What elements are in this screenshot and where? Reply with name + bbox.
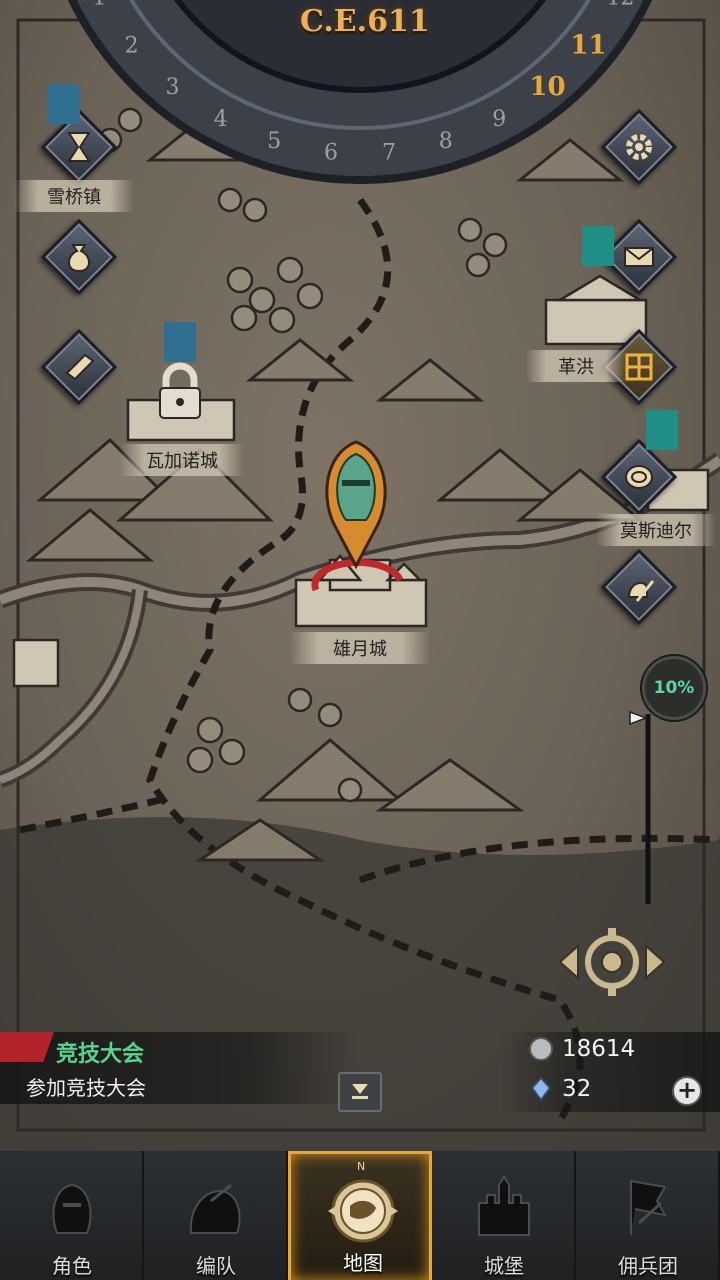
event-panel[interactable]: 竞技大会 参加竞技大会 bbox=[0, 1032, 360, 1104]
squad-icon bbox=[189, 1183, 241, 1234]
nav-item-mercenary[interactable]: 佣兵团 bbox=[576, 1151, 720, 1280]
player-location-marker[interactable] bbox=[318, 440, 394, 572]
town-label-vagano[interactable]: 瓦加诺城 bbox=[120, 444, 244, 476]
silver-amount: 18614 bbox=[562, 1036, 636, 1062]
world-map[interactable]: 123456789101112 C.E.611 bbox=[0, 0, 720, 1148]
coin-icon bbox=[625, 465, 653, 489]
add-resource-button[interactable]: + bbox=[672, 1076, 702, 1106]
silver-coin-icon bbox=[529, 1037, 553, 1061]
compass-north-label: N bbox=[357, 1160, 366, 1173]
money-bag-icon bbox=[68, 244, 90, 273]
nav-item-character[interactable]: 角色 bbox=[0, 1151, 144, 1280]
knight-helmet-icon bbox=[52, 1183, 92, 1234]
mail-icon bbox=[624, 247, 654, 267]
crystal-resource: 32 bbox=[528, 1076, 591, 1102]
era-year-label: C.E.611 bbox=[300, 4, 430, 39]
nav-label: 编队 bbox=[196, 1254, 236, 1278]
nav-item-map[interactable]: N 地图 bbox=[288, 1151, 432, 1280]
event-subtitle: 参加竞技大会 bbox=[26, 1076, 146, 1100]
faction-banner bbox=[646, 410, 678, 450]
knight-sword-button[interactable] bbox=[600, 548, 678, 626]
town-label-bear-moon[interactable]: 雄月城 bbox=[290, 632, 430, 664]
scroll-icon bbox=[65, 353, 95, 381]
castle-icon bbox=[478, 1175, 530, 1236]
nav-label: 角色 bbox=[52, 1254, 92, 1278]
flag-slider[interactable] bbox=[626, 708, 656, 908]
silver-resource: 18614 bbox=[528, 1036, 635, 1062]
event-title: 竞技大会 bbox=[56, 1042, 145, 1067]
crystal-amount: 32 bbox=[562, 1076, 592, 1102]
gear-icon bbox=[626, 134, 652, 160]
crossed-swords-icon bbox=[0, 1032, 54, 1062]
town-label-gekwa[interactable]: 革洪 bbox=[526, 350, 626, 382]
nav-item-squad[interactable]: 编队 bbox=[144, 1151, 288, 1280]
town-label-moschdir[interactable]: 莫斯迪尔 bbox=[596, 514, 716, 546]
faction-banner bbox=[582, 226, 614, 266]
hourglass-icon bbox=[67, 132, 91, 162]
crystal-icon bbox=[530, 1076, 552, 1102]
settings-button[interactable] bbox=[600, 108, 678, 186]
locate-crosshair-icon[interactable] bbox=[556, 924, 668, 1000]
scroll-button[interactable] bbox=[40, 328, 118, 406]
faction-banner bbox=[164, 322, 196, 362]
bottom-nav: 角色 编队 N 地图 城堡 佣兵团 bbox=[0, 1148, 720, 1280]
money-bag-button[interactable] bbox=[40, 218, 118, 296]
collapse-panel-button[interactable] bbox=[338, 1072, 382, 1112]
knight-sword-icon bbox=[627, 580, 655, 602]
nav-label: 地图 bbox=[343, 1251, 383, 1275]
chevron-down-icon bbox=[352, 1084, 368, 1099]
lock-icon bbox=[159, 362, 201, 419]
nav-label: 城堡 bbox=[484, 1254, 524, 1278]
compass-map-icon bbox=[328, 1179, 398, 1243]
nav-label: 佣兵团 bbox=[618, 1254, 678, 1278]
faction-banner bbox=[48, 84, 80, 124]
town-label-snow-bridge[interactable]: 雪桥镇 bbox=[14, 180, 134, 212]
mercenary-flag-icon bbox=[630, 1179, 667, 1235]
progress-percent: 10% bbox=[653, 678, 695, 698]
nav-item-castle[interactable]: 城堡 bbox=[432, 1151, 576, 1280]
